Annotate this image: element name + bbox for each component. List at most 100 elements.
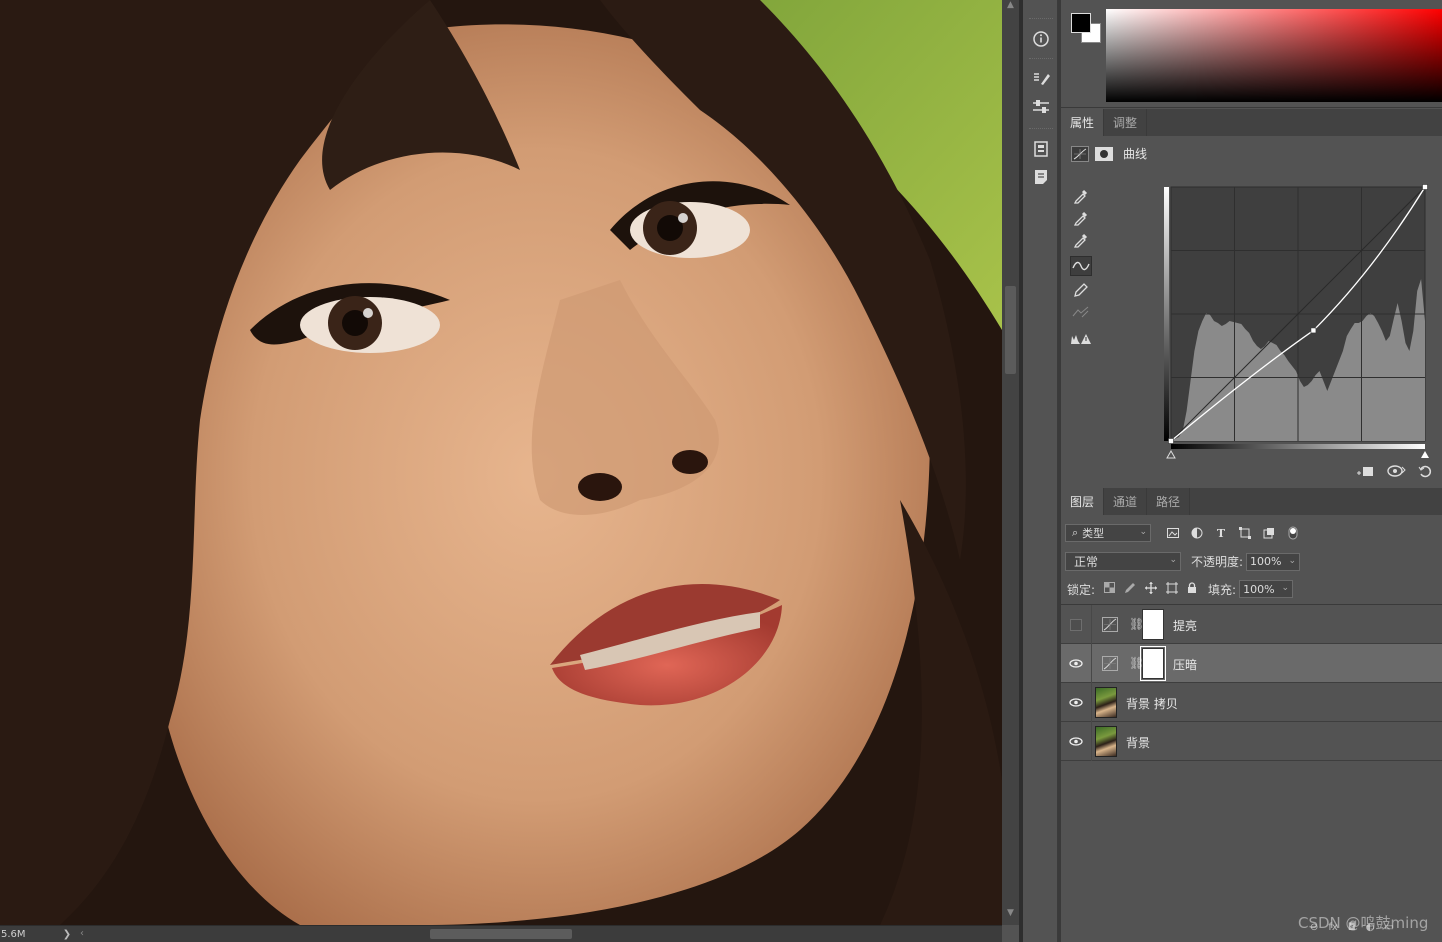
tab-properties[interactable]: 属性	[1061, 109, 1105, 136]
portrait-photo	[0, 0, 1002, 925]
view-previous-state-icon[interactable]	[1386, 464, 1406, 481]
document-canvas[interactable]	[0, 0, 1002, 925]
foreground-color-swatch[interactable]	[1071, 13, 1091, 33]
lock-position-icon[interactable]	[1145, 581, 1158, 597]
layer-kind-filter[interactable]: ⌕ 类型 ⌄	[1065, 524, 1151, 542]
row-separator	[1091, 722, 1092, 761]
lock-transparent-icon[interactable]	[1104, 582, 1116, 596]
filter-type-icon[interactable]: T	[1215, 527, 1227, 540]
properties-header: 曲线	[1071, 145, 1147, 162]
blend-mode-select[interactable]: 正常 ⌄	[1065, 552, 1181, 571]
eye-icon[interactable]	[1068, 656, 1084, 670]
lock-pixels-icon[interactable]	[1124, 582, 1136, 597]
tab-layers[interactable]: 图层	[1061, 488, 1105, 515]
eye-icon[interactable]	[1068, 695, 1084, 709]
input-gradient-bar	[1171, 444, 1425, 449]
layers-tabbar: 图层 通道 路径	[1061, 488, 1442, 515]
scroll-up-arrow[interactable]: ▲	[1002, 0, 1019, 10]
white-point-eyedropper-icon[interactable]	[1070, 230, 1092, 250]
adjust-sliders-icon[interactable]	[1029, 96, 1053, 118]
smooth-curve-icon[interactable]	[1070, 302, 1092, 322]
layer-name: 提亮	[1173, 619, 1198, 633]
status-menu-arrow[interactable]: ❯	[56, 929, 78, 940]
properties-tabbar: 属性 调整	[1061, 109, 1442, 136]
curves-layer-icon	[1102, 656, 1118, 671]
auto-warning-icon[interactable]	[1070, 329, 1092, 349]
layer-mask-thumbnail[interactable]	[1140, 646, 1166, 681]
layer-name: 背景	[1126, 736, 1151, 750]
fill-value: 100%	[1243, 582, 1275, 596]
reset-icon[interactable]	[1418, 464, 1432, 481]
opacity-value: 100%	[1250, 555, 1282, 568]
dock-separator	[1029, 18, 1053, 20]
row-separator	[1091, 683, 1092, 722]
lock-icons	[1104, 581, 1197, 597]
filter-pixel-icon[interactable]	[1167, 527, 1179, 539]
eye-icon[interactable]	[1068, 734, 1084, 748]
filter-smart-object-icon[interactable]	[1263, 527, 1275, 539]
layer-row-brighten[interactable]: ⛓ 提亮	[1061, 605, 1442, 644]
vertical-scroll-thumb[interactable]	[1005, 286, 1016, 374]
brush-settings-icon[interactable]	[1029, 68, 1053, 90]
black-point-slider[interactable]	[1166, 449, 1176, 459]
white-point-slider[interactable]	[1421, 451, 1429, 458]
horizontal-scroll-thumb[interactable]	[430, 929, 572, 939]
tab-paths[interactable]: 路径	[1147, 488, 1191, 515]
layer-row-darken[interactable]: ⛓ 压暗	[1061, 644, 1442, 683]
chevron-down-icon[interactable]: ⌄	[1289, 556, 1297, 566]
doc-size: 5.6M	[1, 928, 26, 940]
notes-icon[interactable]	[1029, 166, 1053, 188]
clip-to-layer-icon[interactable]	[1356, 464, 1374, 481]
layer-thumbnail	[1095, 726, 1117, 757]
layer-thumbnail	[1095, 687, 1117, 718]
chevron-down-icon: ⌄	[1139, 527, 1147, 537]
canvas-vertical-scrollbar[interactable]: ▲ ▼	[1002, 0, 1019, 925]
lock-all-icon[interactable]	[1187, 581, 1197, 597]
scroll-down-arrow[interactable]: ▼	[1002, 908, 1019, 918]
curve-edit-points-icon[interactable]	[1070, 256, 1092, 276]
curves-graph[interactable]	[1161, 184, 1433, 459]
layer-mask-thumbnail[interactable]	[1142, 609, 1164, 640]
color-picker-field[interactable]	[1106, 9, 1442, 102]
opacity-field[interactable]: 100% ⌄	[1246, 552, 1301, 571]
layer-name: 背景 拷贝	[1126, 697, 1178, 711]
adjustment-title: 曲线	[1123, 147, 1148, 161]
filter-adjustment-icon[interactable]	[1191, 527, 1203, 539]
layer-filter-row: ⌕ 类型 ⌄ T	[1065, 524, 1299, 542]
watermark: CSDN @鸣鼓ming	[1298, 914, 1429, 932]
blend-opacity-row: 正常 ⌄ 不透明度: 100% ⌄	[1065, 552, 1301, 571]
fill-label: 填充:	[1208, 582, 1237, 597]
chevron-down-icon[interactable]: ⌄	[1282, 583, 1290, 593]
layer-name: 压暗	[1173, 658, 1198, 672]
row-separator	[1091, 605, 1092, 644]
curve-control-point[interactable]	[1310, 327, 1317, 334]
black-point-eyedropper-icon[interactable]	[1070, 186, 1092, 206]
scroll-left-arrow[interactable]: ‹	[80, 928, 84, 939]
visibility-toggle-off[interactable]	[1070, 619, 1082, 631]
lock-fill-row: 锁定: 填充: 100% ⌄	[1067, 580, 1294, 598]
blend-mode-value: 正常	[1074, 555, 1099, 569]
info-icon[interactable]	[1029, 28, 1053, 50]
tab-channels[interactable]: 通道	[1104, 488, 1148, 515]
filter-icons: T	[1167, 526, 1299, 540]
gray-point-eyedropper-icon[interactable]	[1070, 208, 1092, 228]
mask-icon[interactable]	[1095, 146, 1113, 161]
tab-adjustments[interactable]: 调整	[1104, 109, 1148, 136]
libraries-icon[interactable]	[1029, 138, 1053, 160]
lock-artboard-icon[interactable]	[1166, 581, 1179, 597]
row-separator	[1091, 644, 1092, 683]
color-panel	[1061, 0, 1442, 108]
layer-row-background-copy[interactable]: 背景 拷贝	[1061, 683, 1442, 722]
filter-toggle-icon[interactable]	[1287, 526, 1299, 540]
collapsed-panel-dock	[1023, 0, 1058, 942]
fill-field[interactable]: 100% ⌄	[1239, 580, 1294, 598]
filter-shape-icon[interactable]	[1239, 527, 1251, 539]
curve-control-point[interactable]	[1422, 184, 1428, 190]
canvas-horizontal-scrollbar[interactable]: ‹	[80, 928, 984, 940]
layer-row-background[interactable]: 背景	[1061, 722, 1442, 761]
output-gradient-bar	[1164, 187, 1169, 441]
layers-panel: 图层 通道 路径 ⌕ 类型 ⌄ T 正常 ⌄ 不透明度: 100% ⌄ 锁定:	[1061, 488, 1442, 942]
curves-adjustment-icon[interactable]	[1071, 145, 1089, 162]
pencil-draw-icon[interactable]	[1070, 280, 1092, 300]
curve-control-point[interactable]	[1168, 438, 1174, 444]
